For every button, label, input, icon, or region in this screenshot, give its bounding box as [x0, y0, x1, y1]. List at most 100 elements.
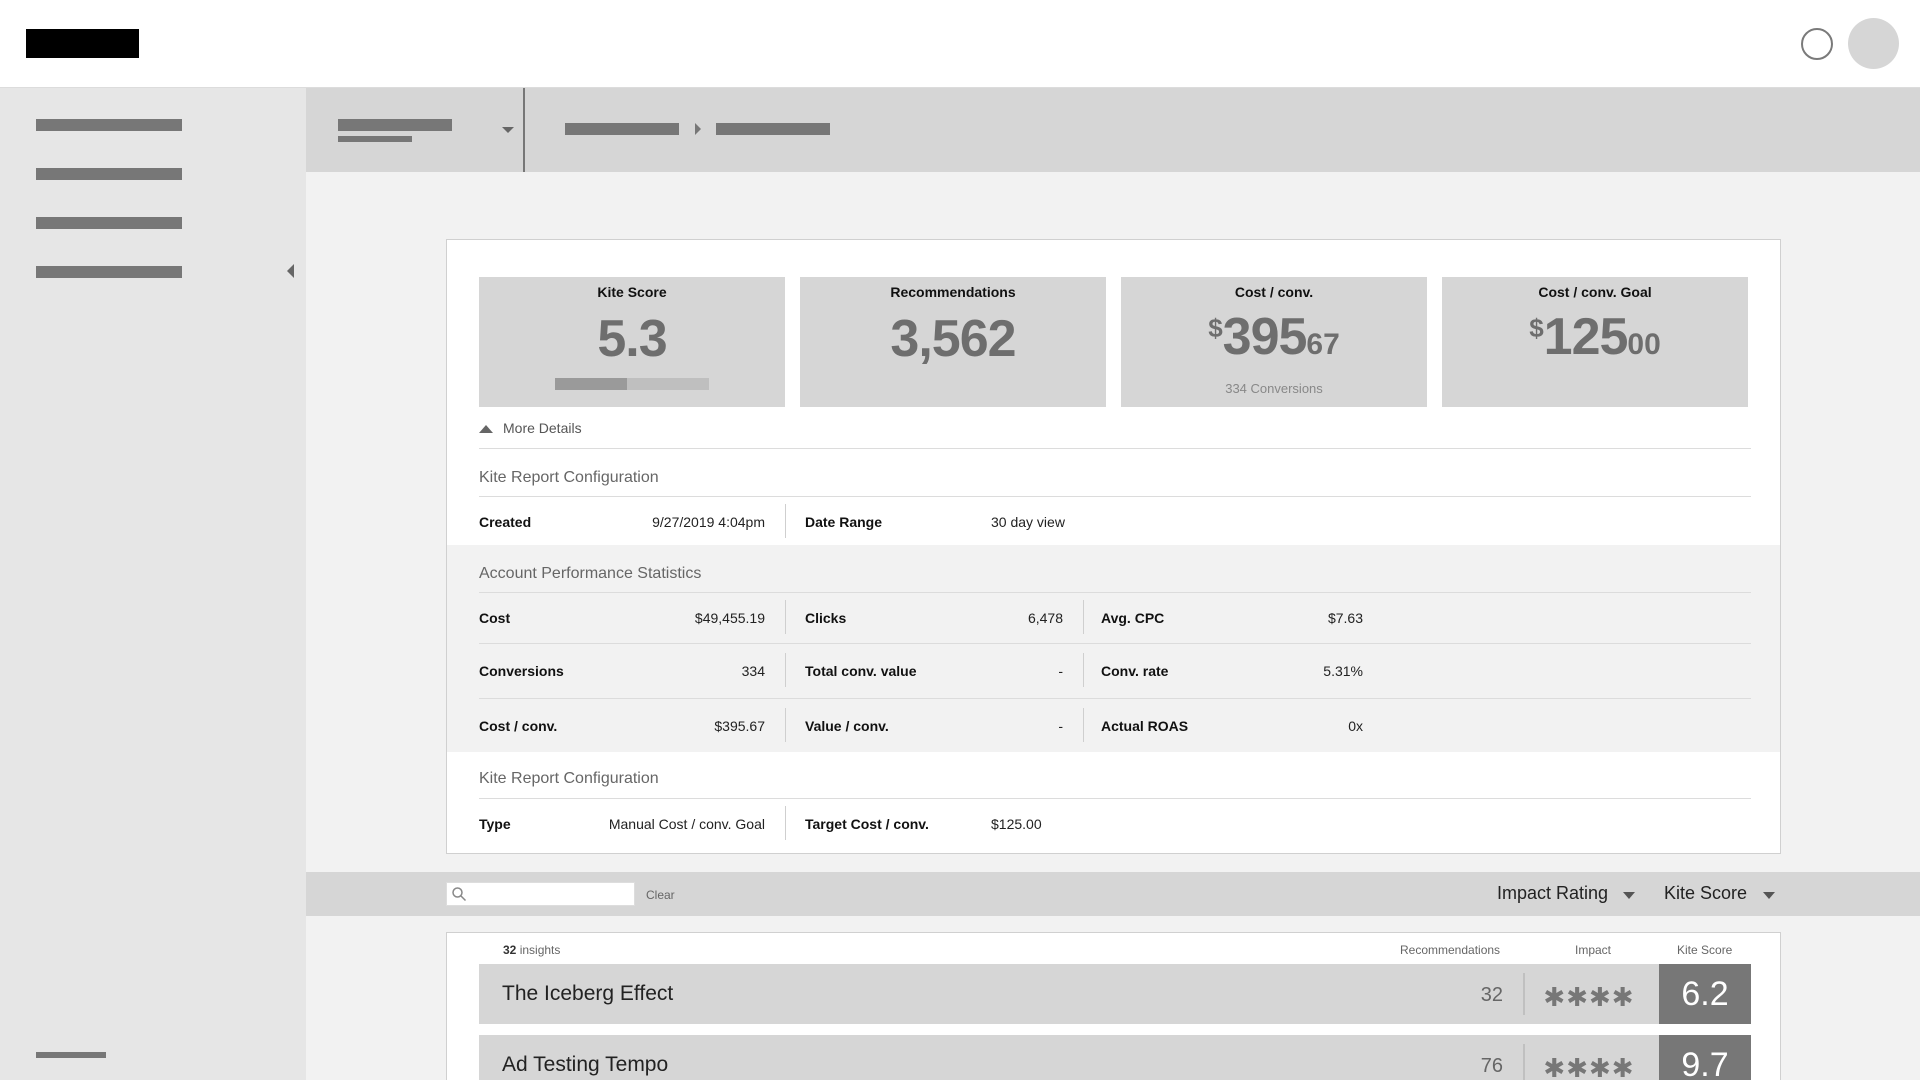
column-divider	[785, 504, 786, 538]
currency-symbol: $	[1208, 313, 1223, 343]
type-value: Manual Cost / conv. Goal	[608, 816, 765, 832]
breadcrumb-item-1[interactable]	[565, 123, 679, 135]
account-selector-subtitle	[338, 136, 412, 142]
type-label: Type	[479, 816, 511, 832]
kpi-title: Kite Score	[597, 284, 667, 300]
date-range-label: Date Range	[805, 514, 883, 530]
section-title-stats: Account Performance Statistics	[479, 565, 702, 582]
column-divider	[785, 653, 786, 687]
row-divider	[1523, 1044, 1525, 1080]
divider	[479, 643, 1751, 644]
column-divider	[785, 708, 786, 742]
avatar[interactable]	[1848, 18, 1899, 69]
column-header-impact[interactable]: Impact	[1575, 943, 1611, 957]
value-cents: 00	[1627, 328, 1661, 361]
chevron-down-icon[interactable]	[1763, 892, 1775, 899]
divider	[479, 496, 1751, 497]
kpi-recommendations: Recommendations 3,562	[800, 277, 1106, 407]
kpi-title: Cost / conv.	[1234, 284, 1314, 300]
stat-label: Conv. rate	[1101, 663, 1169, 679]
stat-value: 0x	[1348, 718, 1363, 734]
divider	[479, 592, 1751, 593]
account-selector-title[interactable]	[338, 119, 452, 131]
stat-label: Conversions	[479, 663, 564, 679]
divider	[479, 798, 1751, 799]
currency-symbol: $	[1529, 313, 1544, 343]
divider	[479, 448, 1751, 449]
sidebar-footer-item[interactable]	[36, 1052, 106, 1058]
kite-score-dropdown[interactable]: Kite Score	[1664, 883, 1747, 904]
sidebar-item-2[interactable]	[36, 168, 182, 180]
stat-value: $49,455.19	[694, 610, 765, 626]
stat-value: 334	[741, 663, 765, 679]
insight-title: The Iceberg Effect	[502, 982, 674, 1005]
insight-title: Ad Testing Tempo	[502, 1053, 669, 1076]
chevron-down-icon[interactable]	[502, 127, 514, 133]
value-whole: 395	[1222, 308, 1308, 366]
kpi-cost-conv-goal: Cost / conv. Goal $12500	[1442, 277, 1748, 407]
breadcrumb-item-2[interactable]	[716, 123, 830, 135]
sidebar	[0, 88, 306, 1080]
kpi-title: Recommendations	[890, 284, 1016, 300]
stat-label: Value / conv.	[805, 718, 889, 734]
impact-stars: ✱✱✱✱	[1543, 982, 1635, 1012]
created-label: Created	[479, 514, 532, 530]
stat-value: -	[1058, 663, 1063, 679]
stat-value: 6,478	[1027, 610, 1063, 626]
insights-count-number: 32	[503, 943, 517, 957]
insight-recommendations: 32	[1480, 984, 1503, 1006]
value-whole: 125	[1543, 308, 1629, 366]
stat-value: $7.63	[1327, 610, 1363, 626]
header-bar	[306, 88, 1920, 172]
column-divider	[785, 806, 786, 840]
impact-stars: ✱✱✱✱	[1543, 1053, 1635, 1080]
column-divider	[1083, 600, 1084, 634]
stat-label: Cost	[479, 610, 511, 626]
target-label: Target Cost / conv.	[805, 816, 929, 832]
score-progress-fill	[555, 378, 628, 390]
insights-count-suffix: insights	[516, 943, 561, 957]
sidebar-item-1[interactable]	[36, 119, 182, 131]
more-details-toggle[interactable]: More Details	[479, 420, 582, 436]
column-header-kite-score[interactable]: Kite Score	[1677, 943, 1732, 957]
impact-rating-dropdown[interactable]: Impact Rating	[1497, 883, 1608, 904]
section-title-config: Kite Report Configuration	[479, 469, 659, 486]
stat-label: Cost / conv.	[479, 718, 558, 734]
stat-label: Total conv. value	[805, 663, 917, 679]
search-icon	[452, 887, 467, 902]
more-details-label: More Details	[503, 420, 582, 436]
kpi-value: $12500	[1442, 307, 1748, 367]
collapse-sidebar-icon[interactable]	[287, 264, 294, 278]
insight-row[interactable]: Ad Testing Tempo 76 ✱✱✱✱ 9.7	[479, 1035, 1751, 1080]
target-value: $125.00	[991, 816, 1042, 832]
kpi-subtext: 334 Conversions	[1225, 381, 1323, 396]
stat-value: $395.67	[714, 718, 765, 734]
logo[interactable]	[26, 29, 139, 58]
notification-icon[interactable]	[1801, 28, 1833, 60]
insight-row[interactable]: The Iceberg Effect 32 ✱✱✱✱ 6.2	[479, 964, 1751, 1024]
sidebar-item-4[interactable]	[36, 266, 182, 278]
column-divider	[785, 600, 786, 634]
value-cents: 67	[1306, 328, 1340, 361]
kpi-cost-conv: Cost / conv. $39567 334 Conversions	[1121, 277, 1427, 407]
section-title-config: Kite Report Configuration	[479, 770, 659, 787]
clear-search-link[interactable]: Clear	[646, 888, 675, 902]
filter-bar: Clear Impact Rating Kite Score	[306, 872, 1920, 916]
top-bar	[0, 0, 1920, 88]
stat-label: Avg. CPC	[1101, 610, 1165, 626]
stat-value: -	[1058, 718, 1063, 734]
kpi-kite-score: Kite Score 5.3	[479, 277, 785, 407]
row-divider	[1523, 973, 1525, 1015]
divider	[479, 698, 1751, 699]
column-divider	[1083, 653, 1084, 687]
kpi-value: 3,562	[890, 310, 1016, 368]
search-input[interactable]	[446, 882, 635, 906]
kpi-value: $39567	[1121, 307, 1427, 367]
stat-label: Clicks	[805, 610, 847, 626]
column-header-recommendations[interactable]: Recommendations	[1400, 943, 1500, 957]
sidebar-item-3[interactable]	[36, 217, 182, 229]
breadcrumb-arrow-icon	[695, 123, 701, 135]
insight-kite-score: 9.7	[1659, 1035, 1751, 1080]
score-progress-bar	[555, 378, 709, 390]
chevron-down-icon[interactable]	[1623, 892, 1635, 899]
